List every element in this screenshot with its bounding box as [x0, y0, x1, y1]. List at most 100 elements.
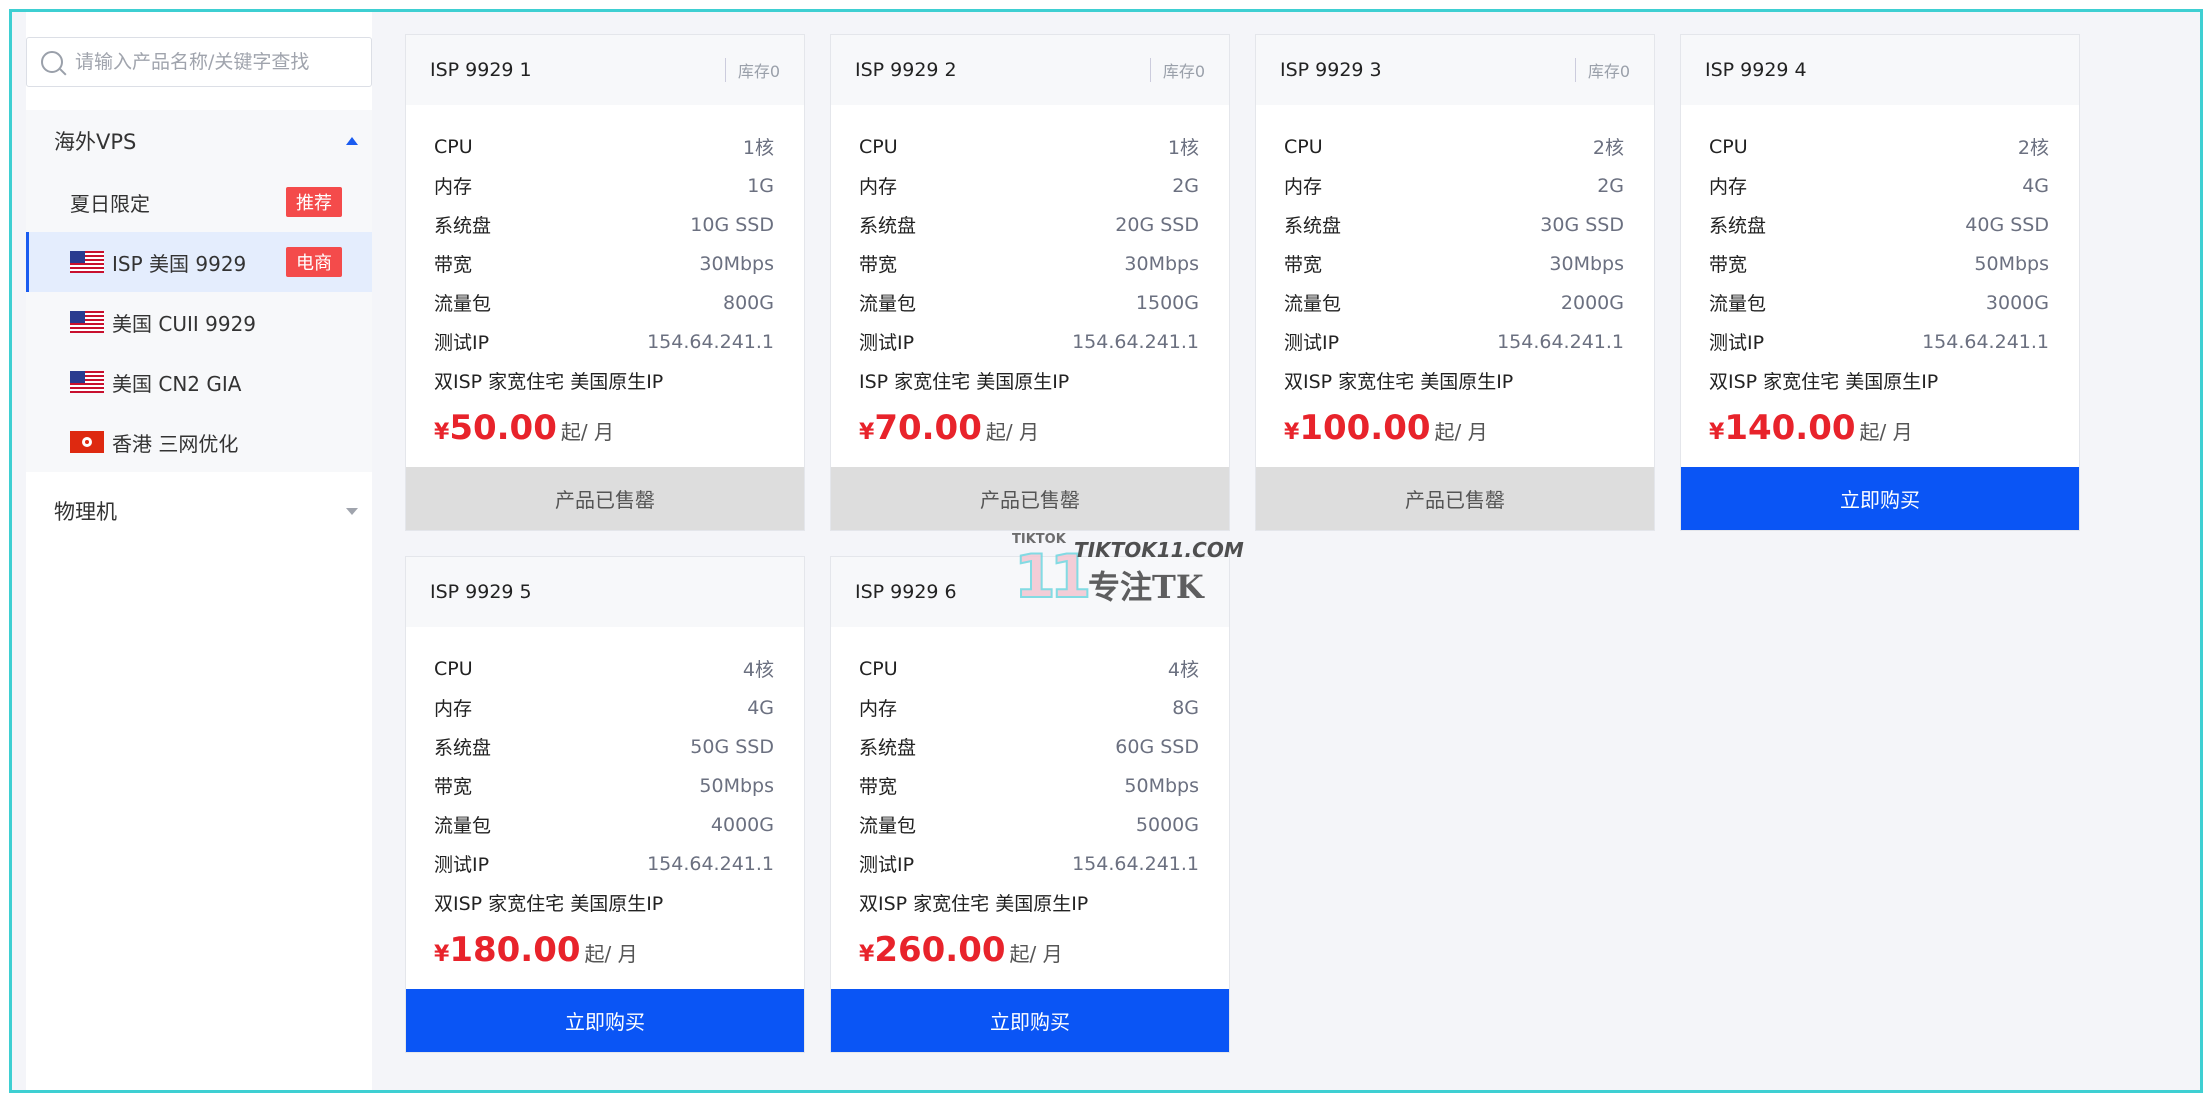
currency-symbol: ¥ — [434, 942, 450, 967]
hk-flag-icon — [70, 431, 104, 453]
product-card: ISP 9929 6 CPU 4核 内存 8G 系统盘 60G SSD 带宽 50Mbps 流量包… — [830, 556, 1230, 1053]
buy-now-button[interactable]: 立即购买 — [1681, 467, 2079, 530]
sidebar-item-label: 美国 CUII 9929 — [112, 311, 257, 336]
card-title: ISP 9929 6 — [855, 581, 957, 603]
spec-row-cpu: CPU 4核 — [434, 649, 774, 688]
spec-label: CPU — [434, 657, 473, 680]
search-icon — [41, 51, 63, 73]
spec-value: 800G — [723, 291, 774, 314]
spec-row-disk: 系统盘 30G SSD — [1284, 205, 1624, 244]
currency-symbol: ¥ — [434, 420, 450, 445]
spec-label: 流量包 — [434, 293, 492, 315]
watermark-logo: TIKTOK 11 TIKTOK11.COM 专注TK — [1012, 532, 1244, 613]
price-unit: 起/ 月 — [560, 420, 614, 444]
spec-row-memory: 内存 2G — [1284, 166, 1624, 205]
stock-count: 库存0 — [1574, 58, 1630, 82]
sold-out-button[interactable]: 产品已售罄 — [406, 467, 804, 530]
spec-row-traffic: 流量包 1500G — [859, 283, 1199, 322]
product-card: ISP 9929 1 库存0 CPU 1核 内存 1G 系统盘 10G SSD 带宽 30Mbps… — [405, 34, 805, 531]
sidebar-item-hk-optimized[interactable]: 香港 三网优化 — [26, 412, 372, 472]
card-description: 双ISP 家宽住宅 美国原生IP — [1709, 371, 1939, 393]
us-flag-icon — [70, 311, 104, 333]
currency-symbol: ¥ — [859, 420, 875, 445]
price-value: 70.00 — [874, 408, 982, 448]
price-unit: 起/ 月 — [985, 420, 1039, 444]
spec-value: 1G — [747, 174, 774, 197]
ecommerce-badge: 电商 — [286, 247, 342, 277]
sidebar-item-us-cn2-gia[interactable]: 美国 CN2 GIA — [26, 352, 372, 412]
spec-value: 10G SSD — [690, 213, 774, 236]
spec-value: 50G SSD — [690, 735, 774, 758]
spec-value: 3000G — [1985, 291, 2049, 314]
search-box[interactable] — [26, 37, 372, 87]
spec-row-test-ip: 测试IP 154.64.241.1 — [434, 322, 774, 361]
product-card: ISP 9929 4 CPU 2核 内存 4G 系统盘 40G SSD 带宽 50Mbps 流量包… — [1680, 34, 2080, 531]
spec-row-memory: 内存 8G — [859, 688, 1199, 727]
spec-row-cpu: CPU 1核 — [859, 127, 1199, 166]
spec-label: 内存 — [1709, 176, 1748, 198]
product-card: ISP 9929 5 CPU 4核 内存 4G 系统盘 50G SSD 带宽 50Mbps 流量包… — [405, 556, 805, 1053]
spec-label: 系统盘 — [859, 737, 917, 759]
spec-label: 系统盘 — [859, 215, 917, 237]
spec-value: 1核 — [742, 137, 774, 159]
spec-value: 2G — [1172, 174, 1199, 197]
spec-label: CPU — [1709, 135, 1748, 158]
sidebar-item-us-cuii-9929[interactable]: 美国 CUII 9929 — [26, 292, 372, 352]
spec-row-traffic: 流量包 4000G — [434, 805, 774, 844]
card-description: 双ISP 家宽住宅 美国原生IP — [1284, 371, 1514, 393]
watermark-tagline: 专注TK — [1088, 568, 1204, 606]
sidebar-item-label: 夏日限定 — [70, 191, 150, 216]
spec-label: 带宽 — [434, 776, 473, 798]
spec-row-memory: 内存 4G — [434, 688, 774, 727]
menu-group-overseas-vps[interactable]: 海外VPS — [26, 110, 372, 172]
spec-row-disk: 系统盘 20G SSD — [859, 205, 1199, 244]
spec-label: 内存 — [859, 176, 898, 198]
currency-symbol: ¥ — [859, 942, 875, 967]
price: ¥140.00 起/ 月 — [1681, 408, 2079, 468]
menu-group-physical-server[interactable]: 物理机 — [26, 480, 372, 542]
spec-row-bandwidth: 带宽 30Mbps — [859, 244, 1199, 283]
spec-row-bandwidth: 带宽 50Mbps — [1709, 244, 2049, 283]
spec-label: 系统盘 — [434, 215, 492, 237]
spec-value: 2000G — [1560, 291, 1624, 314]
spec-label: 流量包 — [1709, 293, 1767, 315]
spec-value: 8G — [1172, 696, 1199, 719]
spec-row-disk: 系统盘 40G SSD — [1709, 205, 2049, 244]
sidebar-item-isp-us-9929[interactable]: ISP 美国 9929 电商 — [26, 232, 372, 292]
spec-row-test-ip: 测试IP 154.64.241.1 — [859, 322, 1199, 361]
spec-row-memory: 内存 1G — [434, 166, 774, 205]
price-value: 180.00 — [449, 930, 581, 970]
price-unit: 起/ 月 — [1009, 942, 1063, 966]
sold-out-button[interactable]: 产品已售罄 — [1256, 467, 1654, 530]
spec-value: 2核 — [1592, 137, 1624, 159]
spec-list: CPU 2核 内存 2G 系统盘 30G SSD 带宽 30Mbps 流量包 2000G 测试IP 1… — [1256, 105, 1654, 400]
spec-value: 50Mbps — [1974, 252, 2049, 275]
card-title: ISP 9929 1 — [430, 59, 532, 81]
us-flag-icon — [70, 251, 104, 273]
spec-value: 154.64.241.1 — [1922, 330, 2049, 353]
spec-row-cpu: CPU 1核 — [434, 127, 774, 166]
stock-count: 库存0 — [724, 58, 780, 82]
product-card: ISP 9929 2 库存0 CPU 1核 内存 2G 系统盘 20G SSD 带宽 30Mbps… — [830, 34, 1230, 531]
spec-list: CPU 4核 内存 4G 系统盘 50G SSD 带宽 50Mbps 流量包 4000G 测试IP 1… — [406, 627, 804, 922]
price: ¥260.00 起/ 月 — [831, 930, 1229, 990]
search-input[interactable] — [75, 51, 355, 73]
spec-row-test-ip: 测试IP 154.64.241.1 — [1284, 322, 1624, 361]
spec-row-bandwidth: 带宽 50Mbps — [434, 766, 774, 805]
sold-out-button[interactable]: 产品已售罄 — [831, 467, 1229, 530]
spec-value: 30Mbps — [699, 252, 774, 275]
sidebar-item-label: 香港 三网优化 — [112, 431, 239, 456]
spec-row-test-ip: 测试IP 154.64.241.1 — [859, 844, 1199, 883]
spec-value: 30Mbps — [1549, 252, 1624, 275]
buy-now-button[interactable]: 立即购买 — [831, 989, 1229, 1052]
sidebar-item-summer-limited[interactable]: 夏日限定 推荐 — [26, 172, 372, 232]
spec-row-memory: 内存 2G — [859, 166, 1199, 205]
spec-value: 154.64.241.1 — [647, 852, 774, 875]
spec-label: CPU — [434, 135, 473, 158]
card-header: ISP 9929 1 库存0 — [406, 35, 804, 105]
card-title: ISP 9929 4 — [1705, 59, 1807, 81]
buy-now-button[interactable]: 立即购买 — [406, 989, 804, 1052]
menu-group-label: 海外VPS — [54, 130, 137, 154]
spec-label: 系统盘 — [1709, 215, 1767, 237]
spec-label: 流量包 — [859, 293, 917, 315]
